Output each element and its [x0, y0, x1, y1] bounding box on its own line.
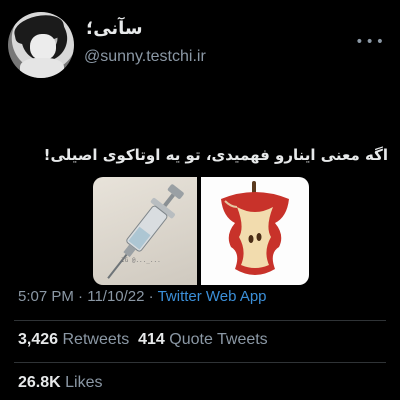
- quotes-label: Quote Tweets: [169, 331, 268, 348]
- likes-stat[interactable]: 26.8K Likes: [18, 374, 103, 392]
- quotes-count: 414: [138, 331, 165, 348]
- retweets-count: 3,426: [18, 331, 59, 348]
- syringe-image[interactable]: IG @..._...: [93, 177, 197, 285]
- retweets-stat[interactable]: 3,426 Retweets: [18, 331, 129, 348]
- tweet-meta: 5:07 PM · 11/10/22 · Twitter Web App: [18, 288, 267, 305]
- quotes-stat[interactable]: 414 Quote Tweets: [138, 331, 268, 348]
- apple-core-icon: [221, 181, 289, 275]
- tweet-date[interactable]: 11/10/22: [87, 288, 144, 305]
- more-options-icon[interactable]: •••: [355, 34, 386, 50]
- divider-top: [14, 320, 386, 321]
- tweet-media[interactable]: IG @..._...: [93, 177, 309, 285]
- likes-label: Likes: [65, 374, 103, 391]
- author-handle[interactable]: @sunny.testchi.ir: [84, 48, 206, 66]
- image-caption: IG @..._...: [121, 257, 161, 264]
- author-display-name[interactable]: سآنی؛: [86, 18, 143, 39]
- apple-core-image[interactable]: [201, 177, 309, 285]
- likes-count: 26.8K: [18, 374, 61, 391]
- avatar[interactable]: [8, 12, 74, 78]
- tweet-header: سآنی؛ @sunny.testchi.ir •••: [8, 12, 392, 82]
- avatar-collar: [20, 58, 64, 78]
- meta-separator: ·: [73, 288, 88, 305]
- tweet-source-link[interactable]: Twitter Web App: [158, 288, 267, 305]
- meta-separator-2: ·: [144, 288, 158, 305]
- avatar-face: [30, 34, 56, 60]
- tweet-time[interactable]: 5:07 PM: [18, 288, 74, 305]
- tweet-stats: 3,426 Retweets 414 Quote Tweets: [18, 331, 268, 349]
- tweet-text: اگه معنی اینارو فهمیدی، تو یه اوتاکوی اص…: [43, 146, 388, 164]
- divider-bottom: [14, 362, 386, 363]
- syringe-icon: [107, 184, 184, 279]
- retweets-label: Retweets: [62, 331, 130, 348]
